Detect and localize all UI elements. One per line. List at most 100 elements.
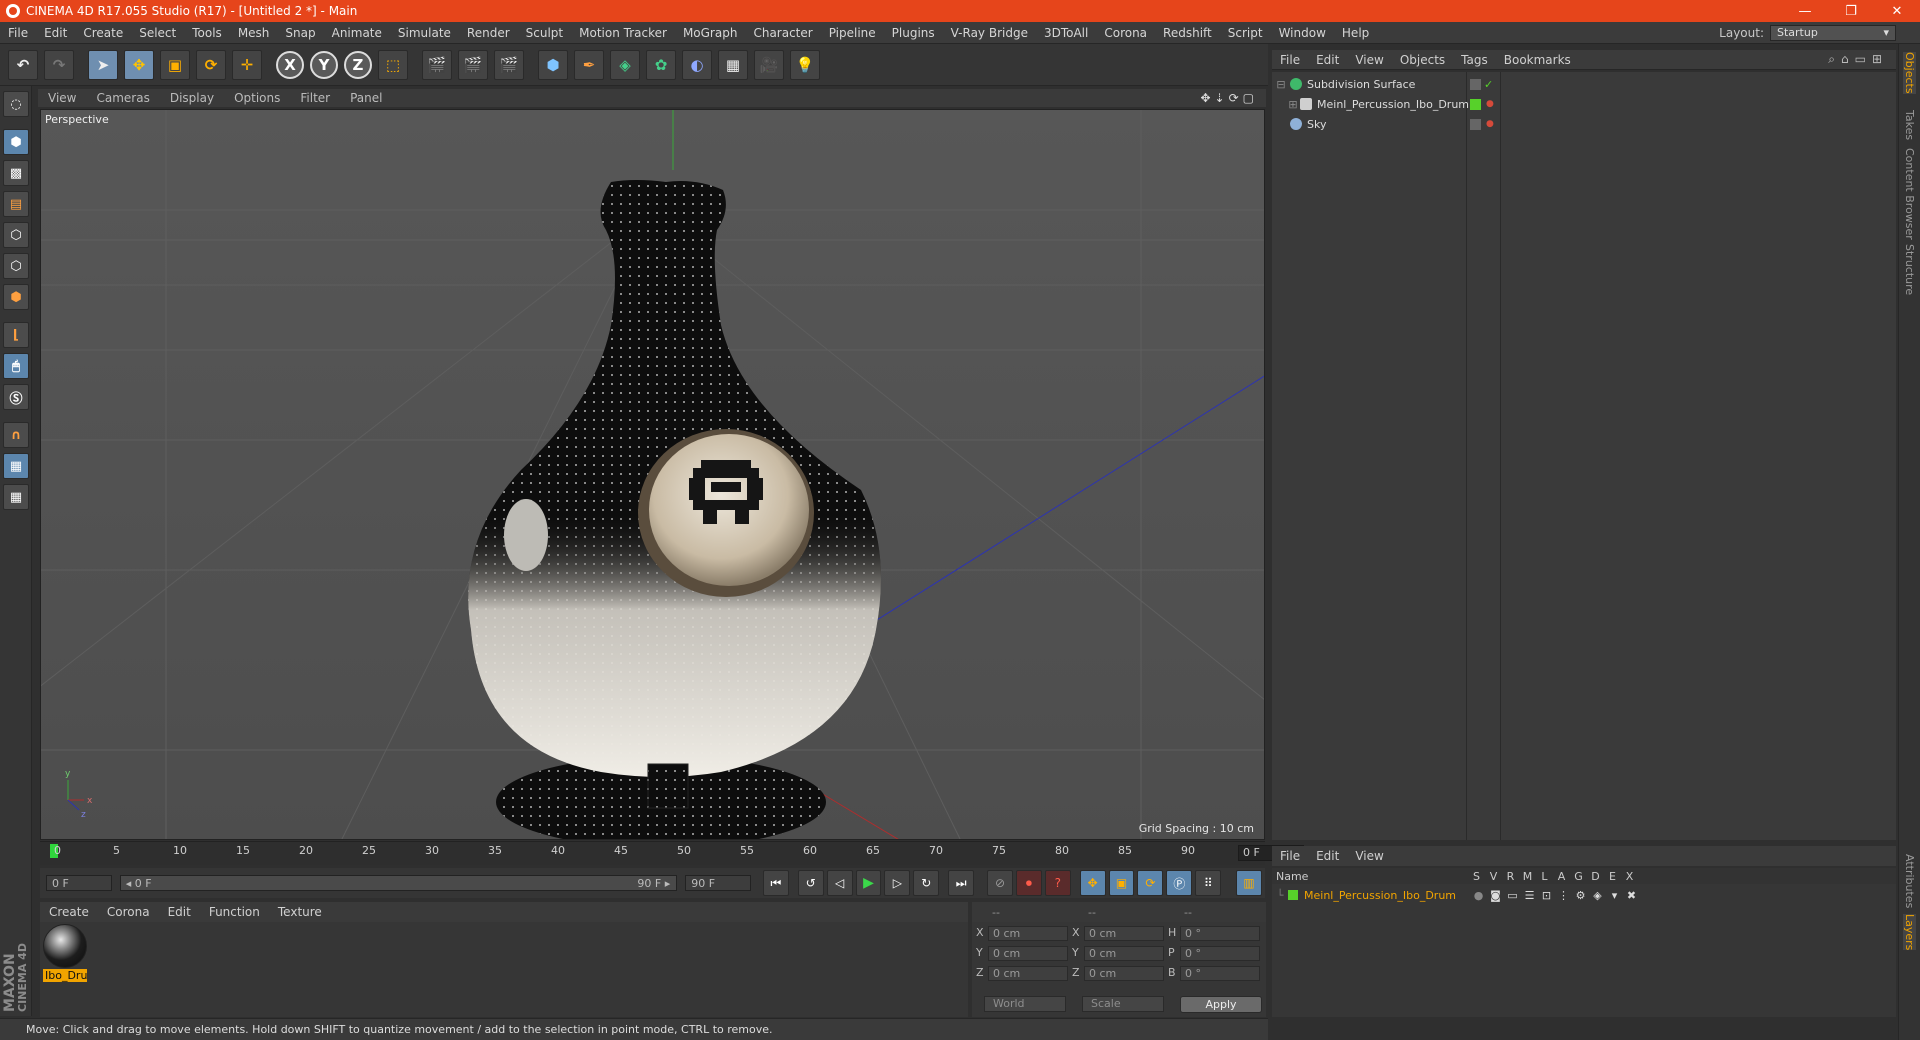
snap-button[interactable]: Ⓢ: [3, 384, 29, 410]
lm-menu-edit[interactable]: Edit: [1308, 849, 1347, 863]
expand-icon[interactable]: ⊞: [1286, 98, 1300, 111]
om-menu-tags[interactable]: Tags: [1453, 53, 1496, 67]
material-swatch[interactable]: Ibo_Dru: [43, 924, 89, 982]
material-menu-corona[interactable]: Corona: [98, 905, 159, 919]
close-button[interactable]: ✕: [1874, 4, 1920, 19]
material-menu-edit[interactable]: Edit: [159, 905, 200, 919]
layer-animation-icon[interactable]: ⋮: [1555, 889, 1572, 902]
material-menu-create[interactable]: Create: [40, 905, 98, 919]
floor-button[interactable]: ▦: [718, 49, 748, 80]
menu-animate[interactable]: Animate: [324, 26, 390, 40]
menu-redshift[interactable]: Redshift: [1155, 26, 1220, 40]
tweak-mode-button[interactable]: 🖱: [3, 353, 29, 379]
tab-structure[interactable]: Structure: [1903, 244, 1916, 295]
layer-tag-icon[interactable]: [1470, 78, 1481, 90]
end-frame-field[interactable]: 90 F: [685, 875, 751, 891]
tab-attributes[interactable]: Attributes: [1903, 854, 1916, 908]
z-axis-button[interactable]: Z: [344, 50, 372, 79]
render-settings-button[interactable]: 🎬: [494, 49, 524, 80]
rotate-tool-button[interactable]: ⟳: [196, 49, 226, 80]
polygons-mode-button[interactable]: ⬢: [3, 284, 29, 310]
object-row[interactable]: Sky ●: [1272, 114, 1896, 134]
viewport-menu-display[interactable]: Display: [160, 91, 224, 105]
undo-button[interactable]: ↶: [8, 49, 38, 80]
timeline-window-button[interactable]: ▥: [1236, 870, 1262, 896]
menu-render[interactable]: Render: [459, 26, 518, 40]
om-menu-objects[interactable]: Objects: [1392, 53, 1453, 67]
x-axis-button[interactable]: X: [276, 50, 304, 79]
collapse-icon[interactable]: ⊟: [1272, 78, 1290, 91]
coordinate-mode-select[interactable]: World: [984, 996, 1066, 1012]
timeline-ruler[interactable]: 0 5 10 15 20 25 30 35 40 45 50 55 60 65 …: [40, 841, 1304, 865]
menu-simulate[interactable]: Simulate: [390, 26, 459, 40]
size-z-field[interactable]: 0 cm: [1084, 966, 1164, 981]
range-slider[interactable]: ◂ 0 F 90 F ▸: [119, 875, 678, 891]
menu-edit[interactable]: Edit: [36, 26, 75, 40]
cube-object-button[interactable]: ⬢: [538, 49, 568, 80]
viewport-menu-filter[interactable]: Filter: [290, 91, 340, 105]
transform-tool-button[interactable]: ✛: [232, 49, 262, 80]
size-x-field[interactable]: 0 cm: [1084, 926, 1164, 941]
visibility-dot-icon[interactable]: ●: [1486, 119, 1494, 129]
material-menu-texture[interactable]: Texture: [269, 905, 331, 919]
size-y-field[interactable]: 0 cm: [1084, 946, 1164, 961]
menu-plugins[interactable]: Plugins: [884, 26, 943, 40]
viewport-menu-options[interactable]: Options: [224, 91, 290, 105]
layer-generator-icon[interactable]: ⚙: [1572, 889, 1589, 902]
layer-row[interactable]: └ Meinl_Percussion_Ibo_Drum ● ◙ ▭ ☰ ⊡ ⋮ …: [1272, 886, 1896, 904]
layout-dropdown[interactable]: Startup ▾: [1770, 24, 1896, 41]
menu-3dtoall[interactable]: 3DToAll: [1036, 26, 1096, 40]
key-parameter-button[interactable]: Ⓟ: [1166, 870, 1193, 896]
menu-help[interactable]: Help: [1334, 26, 1377, 40]
visibility-dot-icon[interactable]: ●: [1486, 99, 1494, 109]
go-to-end-button[interactable]: ⏭: [948, 870, 975, 896]
texture-mode-button[interactable]: ▩: [3, 160, 29, 186]
menu-corona[interactable]: Corona: [1096, 26, 1155, 40]
layer-manager-icon[interactable]: ☰: [1521, 889, 1538, 902]
make-editable-button[interactable]: ◌: [3, 91, 29, 117]
layer-solo-icon[interactable]: ●: [1470, 889, 1487, 902]
viewport-nav-icons[interactable]: ✥⇣⟳▢: [1200, 91, 1266, 105]
layer-xref-icon[interactable]: ✖: [1623, 889, 1640, 902]
om-menu-file[interactable]: File: [1272, 53, 1308, 67]
apply-button[interactable]: Apply: [1180, 996, 1262, 1013]
deformer-button[interactable]: ◐: [682, 49, 712, 80]
points-mode-button[interactable]: ⬡: [3, 222, 29, 248]
planar-workplane-button[interactable]: ▦: [3, 484, 29, 510]
key-pla-button[interactable]: ⠿: [1195, 870, 1222, 896]
live-selection-button[interactable]: ➤: [88, 49, 118, 80]
tab-layers[interactable]: Layers: [1903, 914, 1916, 951]
edges-mode-button[interactable]: ⬡: [3, 253, 29, 279]
key-position-button[interactable]: ✥: [1079, 870, 1106, 896]
om-menu-view[interactable]: View: [1347, 53, 1391, 67]
position-x-field[interactable]: 0 cm: [988, 926, 1068, 941]
go-to-start-button[interactable]: ⏮: [762, 870, 789, 896]
coordinate-type-select[interactable]: Scale: [1082, 996, 1164, 1012]
menu-motion-tracker[interactable]: Motion Tracker: [571, 26, 675, 40]
redo-button[interactable]: ↷: [44, 49, 74, 80]
rotation-b-field[interactable]: 0 °: [1180, 966, 1260, 981]
menu-sculpt[interactable]: Sculpt: [518, 26, 571, 40]
layer-deformer-icon[interactable]: ◈: [1589, 889, 1606, 902]
lm-menu-view[interactable]: View: [1347, 849, 1391, 863]
scale-tool-button[interactable]: ▣: [160, 49, 190, 80]
lm-menu-file[interactable]: File: [1272, 849, 1308, 863]
position-z-field[interactable]: 0 cm: [988, 966, 1068, 981]
minimize-button[interactable]: —: [1782, 4, 1828, 19]
lock-workplane-button[interactable]: ▦: [3, 453, 29, 479]
record-active-button[interactable]: ⏺: [1015, 870, 1042, 896]
menu-tools[interactable]: Tools: [184, 26, 230, 40]
menu-mograph[interactable]: MoGraph: [675, 26, 746, 40]
menu-script[interactable]: Script: [1220, 26, 1271, 40]
menu-window[interactable]: Window: [1271, 26, 1334, 40]
motion-record-button[interactable]: ⊘: [987, 870, 1013, 896]
layer-view-icon[interactable]: ◙: [1487, 889, 1504, 902]
layer-color-swatch[interactable]: [1288, 890, 1298, 900]
light-button[interactable]: 💡: [790, 49, 820, 80]
object-row[interactable]: ⊟ Subdivision Surface ✓: [1272, 74, 1896, 94]
pen-spline-button[interactable]: ✒: [574, 49, 604, 80]
menu-pipeline[interactable]: Pipeline: [821, 26, 884, 40]
tab-objects[interactable]: Objects: [1903, 52, 1916, 94]
key-scale-button[interactable]: ▣: [1108, 870, 1135, 896]
model-mode-button[interactable]: ⬢: [3, 129, 29, 155]
